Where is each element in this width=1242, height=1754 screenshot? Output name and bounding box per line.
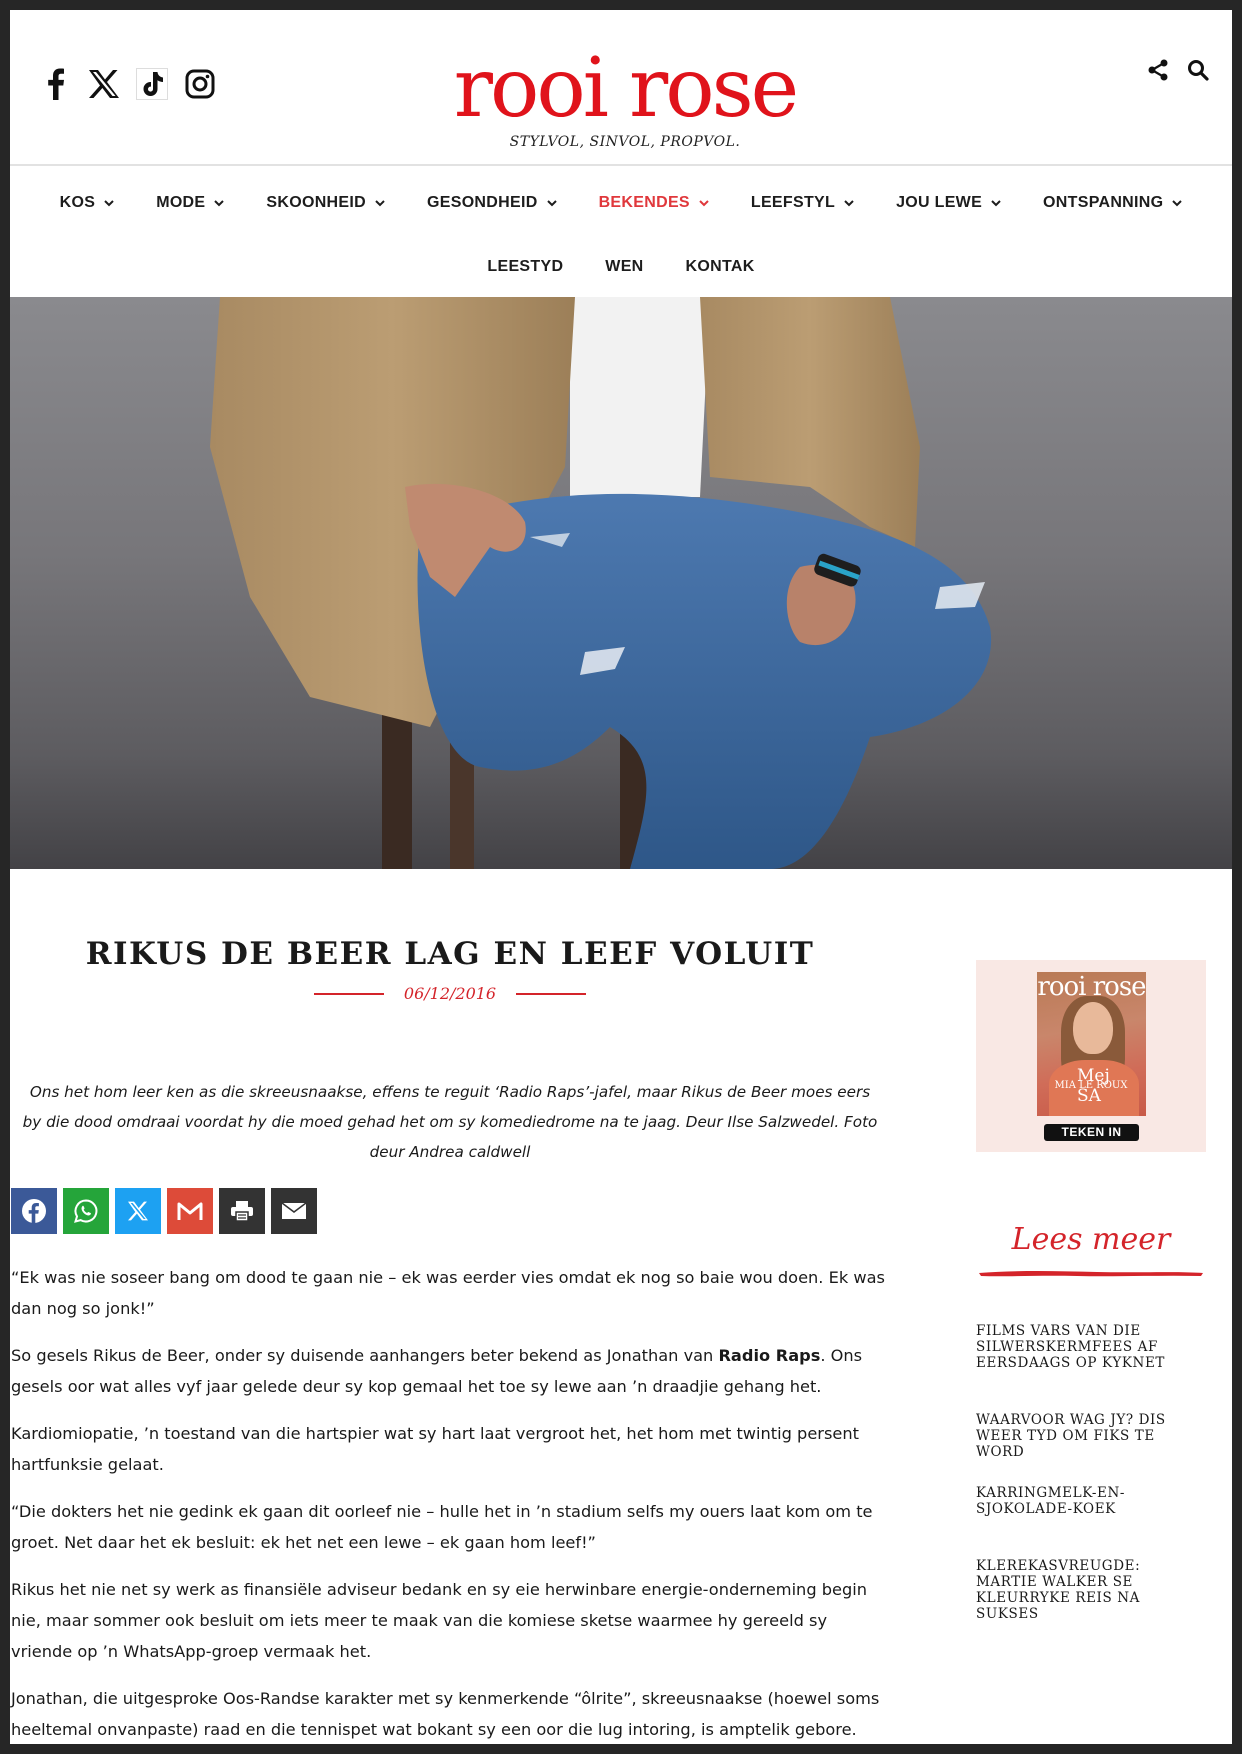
share-bar: [11, 1188, 317, 1234]
x-icon: [128, 1201, 148, 1221]
hero-image: [10, 297, 1232, 869]
brush-divider: [979, 1271, 1203, 1277]
nav-item-ontspanning[interactable]: ONTSPANNING: [1022, 192, 1203, 214]
email-icon: [281, 1202, 307, 1219]
chevron-down-icon: [844, 194, 854, 212]
facebook-icon[interactable]: [32, 62, 80, 106]
cover-line-2: MIA LE ROUX: [1054, 1080, 1128, 1091]
chevron-down-icon: [991, 194, 1001, 212]
paragraph-bold-text: Radio Raps: [718, 1346, 821, 1365]
share-whatsapp-button[interactable]: [63, 1188, 109, 1234]
facebook-icon: [22, 1199, 46, 1223]
nav-item-gesondheid[interactable]: GESONDHEID: [406, 192, 578, 214]
article-paragraph: Kardiomiopatie, ’n toestand van die hart…: [11, 1424, 859, 1474]
chevron-down-icon: [1172, 194, 1183, 212]
related-link[interactable]: WAARVOOR WAG JY? DIS WEER TYD OM FIKS TE…: [976, 1412, 1206, 1460]
nav-item-skoonheid[interactable]: SKOONHEID: [245, 192, 406, 214]
chevron-down-icon: [214, 194, 225, 212]
magazine-cover-image[interactable]: rooi rose Mej SA MIA LE ROUX: [1037, 972, 1146, 1116]
nav-item-bekendes[interactable]: BEKENDES: [578, 192, 730, 214]
share-print-button[interactable]: [219, 1188, 265, 1234]
nav-item-mode[interactable]: MODE: [135, 192, 245, 214]
nav-label: SKOONHEID: [266, 194, 366, 211]
instagram-icon[interactable]: [176, 62, 224, 106]
share-icon[interactable]: [1146, 58, 1170, 82]
nav-item-jou-lewe[interactable]: JOU LEWE: [875, 192, 1022, 214]
nav-item-leestyd[interactable]: LEESTYD: [466, 256, 584, 278]
chevron-down-icon: [104, 194, 114, 212]
nav-label: KONTAK: [685, 258, 755, 275]
social-links: [32, 62, 224, 106]
nav-label: GESONDHEID: [427, 194, 538, 211]
article-dateline: 06/12/2016: [10, 984, 890, 1003]
nav-row-secondary: LEESTYD WEN KONTAK: [10, 256, 1232, 278]
article-intro: Ons het hom leer ken as die skreeusnaaks…: [22, 1083, 878, 1161]
search-icon[interactable]: [1186, 58, 1210, 82]
cover-face-shape: [1073, 1002, 1113, 1054]
paragraph-text: So gesels Rikus de Beer, onder sy duisen…: [11, 1346, 719, 1365]
article-paragraph: Rikus het nie net sy werk as finansiële …: [11, 1580, 868, 1661]
nav-label: MODE: [156, 194, 206, 211]
nav-label: JOU LEWE: [896, 194, 983, 211]
article-paragraph: “Ek was nie soseer bang om dood te gaan …: [11, 1268, 885, 1318]
subscribe-button[interactable]: TEKEN IN: [1044, 1124, 1139, 1141]
divider: [516, 992, 587, 995]
nav-item-kos[interactable]: KOS: [39, 192, 136, 214]
chevron-down-icon: [375, 194, 385, 212]
nav-label: LEESTYD: [487, 258, 564, 275]
related-link[interactable]: KARRINGMELK-EN-SJOKOLADE-KOEK: [976, 1485, 1206, 1517]
cover-masthead: rooi rose: [1037, 972, 1146, 1002]
article-title: RIKUS DE BEER LAG EN LEEF VOLUIT: [85, 936, 815, 972]
nav-row-primary: KOS MODE SKOONHEID GESONDHEID BEKENDES L…: [10, 192, 1232, 214]
print-icon: [231, 1201, 253, 1222]
nav-item-leefstyl[interactable]: LEEFSTYL: [730, 192, 875, 214]
main-nav: KOS MODE SKOONHEID GESONDHEID BEKENDES L…: [10, 168, 1232, 306]
magazine-promo[interactable]: rooi rose Mej SA MIA LE ROUX TEKEN IN: [976, 960, 1206, 1152]
article-paragraph: “Die dokters het nie gedink ek gaan dit …: [11, 1502, 873, 1552]
x-icon[interactable]: [80, 62, 128, 106]
related-link[interactable]: FILMS VARS VAN DIE SILWERSKERMFEES AF EE…: [976, 1323, 1206, 1371]
article-date: 06/12/2016: [403, 984, 497, 1003]
article-paragraph: So gesels Rikus de Beer, onder sy duisen…: [11, 1340, 891, 1402]
article-body: “Ek was nie soseer bang om dood te gaan …: [11, 1262, 891, 1744]
nav-label: WEN: [605, 258, 644, 275]
share-facebook-button[interactable]: [11, 1188, 57, 1234]
lees-meer-heading: Lees meer: [1011, 1222, 1171, 1257]
related-link[interactable]: KLEREKASVREUGDE: MARTIE WALKER SE KLEURR…: [976, 1558, 1206, 1622]
nav-label: KOS: [59, 194, 96, 211]
page: rooi rose STYLVOL, SINVOL, PROPVOL. KOS …: [10, 10, 1232, 1744]
nav-label: BEKENDES: [598, 194, 690, 211]
logo-tagline: STYLVOL, SINVOL, PROPVOL.: [509, 134, 741, 150]
chevron-down-icon: [546, 194, 557, 212]
header-actions: [1146, 58, 1210, 82]
divider: [313, 992, 384, 995]
site-logo[interactable]: rooi rose STYLVOL, SINVOL, PROPVOL.: [430, 41, 820, 151]
chevron-down-icon: [699, 194, 709, 212]
tiktok-icon[interactable]: [128, 62, 176, 106]
whatsapp-icon: [74, 1199, 98, 1223]
nav-label: LEEFSTYL: [750, 194, 836, 211]
nav-item-kontak[interactable]: KONTAK: [665, 256, 776, 278]
nav-item-wen[interactable]: WEN: [584, 256, 664, 278]
share-x-button[interactable]: [115, 1188, 161, 1234]
gmail-icon: [177, 1202, 203, 1220]
logo-wordmark: rooi rose: [453, 41, 799, 136]
share-gmail-button[interactable]: [167, 1188, 213, 1234]
article-paragraph: Jonathan, die uitgesproke Oos-Randse kar…: [11, 1689, 880, 1739]
share-email-button[interactable]: [271, 1188, 317, 1234]
site-header: rooi rose STYLVOL, SINVOL, PROPVOL.: [10, 10, 1232, 166]
nav-label: ONTSPANNING: [1043, 194, 1164, 211]
